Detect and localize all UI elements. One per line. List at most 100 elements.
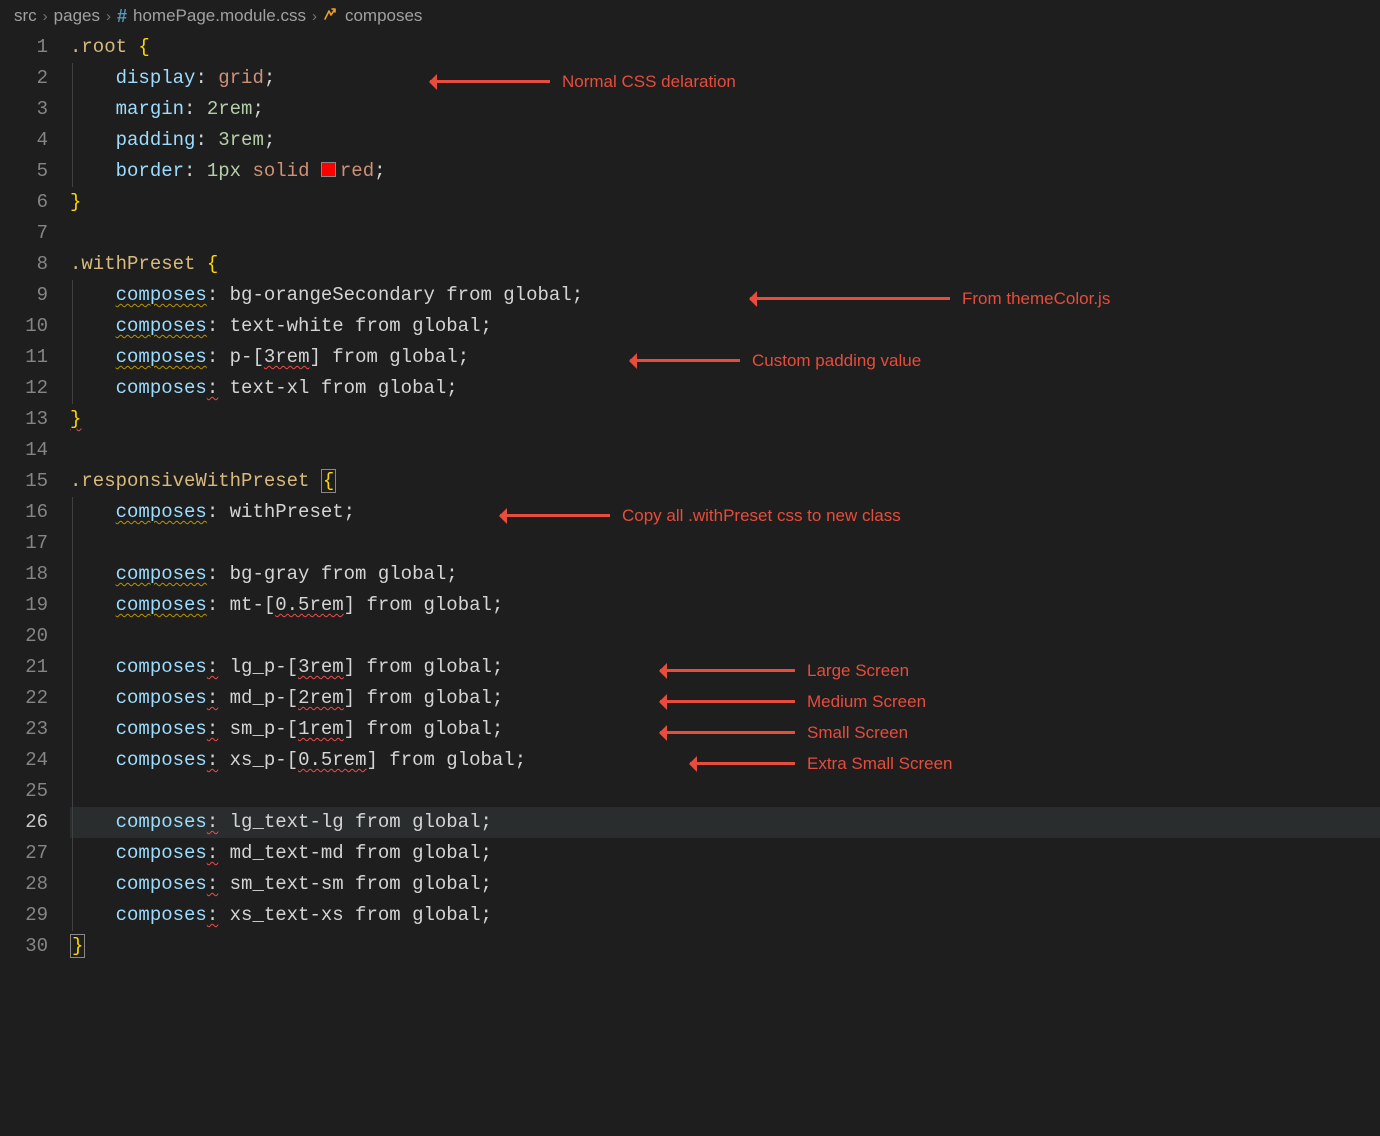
line-number[interactable]: 13 <box>0 404 48 435</box>
line-number[interactable]: 15 <box>0 466 48 497</box>
line-number[interactable]: 16 <box>0 497 48 528</box>
symbol-icon <box>323 7 339 26</box>
code-line[interactable]: .root { <box>70 32 1380 63</box>
code-token: : <box>207 811 218 833</box>
line-number[interactable]: 11 <box>0 342 48 373</box>
code-token: { <box>321 469 336 493</box>
line-number[interactable]: 22 <box>0 683 48 714</box>
code-line[interactable]: } <box>70 931 1380 962</box>
line-number[interactable]: 20 <box>0 621 48 652</box>
code-token: ; <box>374 160 385 182</box>
code-line[interactable]: composes: bg-orangeSecondary from global… <box>70 280 1380 311</box>
breadcrumb-folder[interactable]: pages <box>54 6 100 26</box>
code-token: 2 <box>207 98 218 120</box>
code-token: composes <box>116 718 207 740</box>
line-number[interactable]: 12 <box>0 373 48 404</box>
breadcrumb-file[interactable]: homePage.module.css <box>133 6 306 26</box>
code-line[interactable]: .withPreset { <box>70 249 1380 280</box>
code-line[interactable]: border: 1px solid red; <box>70 156 1380 187</box>
chevron-right-icon: › <box>106 8 111 25</box>
line-number[interactable]: 18 <box>0 559 48 590</box>
code-token: } <box>70 934 85 958</box>
line-number[interactable]: 14 <box>0 435 48 466</box>
breadcrumb[interactable]: src › pages › # homePage.module.css › co… <box>0 0 1380 32</box>
line-number[interactable]: 1 <box>0 32 48 63</box>
code-token: red <box>340 160 374 182</box>
line-number[interactable]: 2 <box>0 63 48 94</box>
code-token: composes <box>116 315 207 337</box>
code-token: ] from global <box>344 687 492 709</box>
line-number[interactable]: 30 <box>0 931 48 962</box>
code-line[interactable]: composes: xs_p-[0.5rem] from global; <box>70 745 1380 776</box>
code-token: ; <box>492 687 503 709</box>
line-number[interactable]: 19 <box>0 590 48 621</box>
code-editor[interactable]: 1234567891011121314151617181920212223242… <box>0 32 1380 962</box>
line-number[interactable]: 28 <box>0 869 48 900</box>
line-number[interactable]: 27 <box>0 838 48 869</box>
code-line[interactable]: .responsiveWithPreset { <box>70 466 1380 497</box>
code-token: display <box>116 67 196 89</box>
code-line[interactable]: composes: sm_text-sm from global; <box>70 869 1380 900</box>
line-number[interactable]: 17 <box>0 528 48 559</box>
code-line[interactable]: composes: withPreset; <box>70 497 1380 528</box>
line-number[interactable]: 21 <box>0 652 48 683</box>
line-number-gutter[interactable]: 1234567891011121314151617181920212223242… <box>0 32 70 962</box>
code-token: : <box>184 160 207 182</box>
code-line[interactable] <box>70 435 1380 466</box>
code-line[interactable]: padding: 3rem; <box>70 125 1380 156</box>
code-line[interactable]: composes: lg_text-lg from global; <box>70 807 1380 838</box>
code-line[interactable]: composes: md_p-[2rem] from global; <box>70 683 1380 714</box>
code-token: } <box>70 191 81 213</box>
breadcrumb-folder[interactable]: src <box>14 6 37 26</box>
code-line[interactable]: composes: lg_p-[3rem] from global; <box>70 652 1380 683</box>
code-line[interactable]: display: grid; <box>70 63 1380 94</box>
code-line[interactable] <box>70 218 1380 249</box>
line-number[interactable]: 26 <box>0 807 48 838</box>
code-token: 2rem <box>298 687 344 709</box>
code-token: md_text-md from global <box>218 842 480 864</box>
line-number[interactable]: 3 <box>0 94 48 125</box>
code-token: ] from global <box>344 594 492 616</box>
line-number[interactable]: 6 <box>0 187 48 218</box>
code-token: 1 <box>207 160 218 182</box>
code-line[interactable]: composes: text-white from global; <box>70 311 1380 342</box>
code-token: ] from global <box>344 656 492 678</box>
code-line[interactable]: composes: xs_text-xs from global; <box>70 900 1380 931</box>
color-swatch-icon[interactable] <box>321 162 336 177</box>
code-line[interactable] <box>70 776 1380 807</box>
code-line[interactable]: composes: mt-[0.5rem] from global; <box>70 590 1380 621</box>
line-number[interactable]: 29 <box>0 900 48 931</box>
code-token: 3rem <box>264 346 310 368</box>
line-number[interactable]: 24 <box>0 745 48 776</box>
line-number[interactable]: 5 <box>0 156 48 187</box>
line-number[interactable]: 9 <box>0 280 48 311</box>
code-token: composes <box>116 904 207 926</box>
code-token: : <box>207 594 230 616</box>
code-line[interactable]: composes: text-xl from global; <box>70 373 1380 404</box>
line-number[interactable]: 25 <box>0 776 48 807</box>
code-line[interactable] <box>70 528 1380 559</box>
code-token: composes <box>116 811 207 833</box>
line-number[interactable]: 10 <box>0 311 48 342</box>
line-number[interactable]: 4 <box>0 125 48 156</box>
line-number[interactable]: 7 <box>0 218 48 249</box>
code-area[interactable]: .root { display: grid; margin: 2rem; pad… <box>70 32 1380 962</box>
code-line[interactable]: composes: p-[3rem] from global; <box>70 342 1380 373</box>
breadcrumb-symbol[interactable]: composes <box>345 6 422 26</box>
code-token: ; <box>446 377 457 399</box>
code-line[interactable]: composes: md_text-md from global; <box>70 838 1380 869</box>
code-token: border <box>116 160 184 182</box>
code-token: ; <box>252 98 263 120</box>
line-number[interactable]: 23 <box>0 714 48 745</box>
code-token: : <box>207 377 218 399</box>
line-number[interactable]: 8 <box>0 249 48 280</box>
code-line[interactable]: } <box>70 404 1380 435</box>
code-token: composes <box>116 377 207 399</box>
code-line[interactable]: } <box>70 187 1380 218</box>
code-line[interactable]: composes: bg-gray from global; <box>70 559 1380 590</box>
code-token: text-white from global <box>230 315 481 337</box>
code-line[interactable]: margin: 2rem; <box>70 94 1380 125</box>
code-token: composes <box>116 501 207 523</box>
code-line[interactable]: composes: sm_p-[1rem] from global; <box>70 714 1380 745</box>
code-line[interactable] <box>70 621 1380 652</box>
